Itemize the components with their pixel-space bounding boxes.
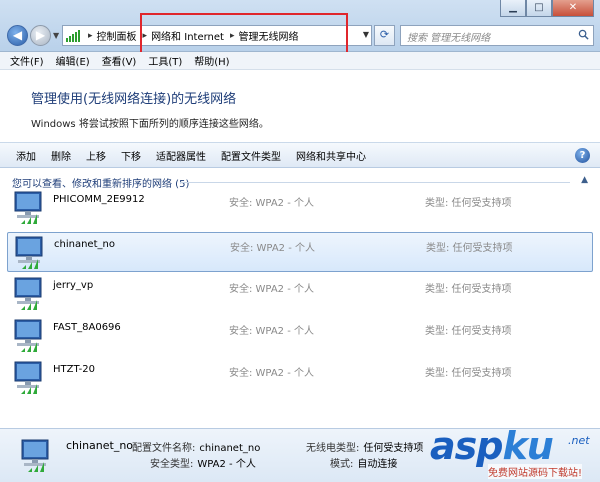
wireless-network-icon (14, 361, 42, 394)
chevron-up-icon[interactable]: ▲ (581, 175, 588, 185)
network-row[interactable]: HTZT-20 安全: WPA2 - 个人 类型: 任何受支持项 (7, 358, 593, 398)
network-security: 安全: WPA2 - 个人 (229, 284, 314, 295)
network-type: 类型: 任何受支持项 (425, 326, 512, 337)
network-row-selected[interactable]: chinanet_no 安全: WPA2 - 个人 类型: 任何受支持项 (7, 232, 593, 272)
search-input[interactable]: 搜索 管理无线网络 (400, 25, 594, 46)
forward-button[interactable]: ▶ (30, 25, 51, 46)
detail-security-label: 安全类型: (150, 459, 194, 470)
menu-edit[interactable]: 编辑(E) (56, 53, 90, 68)
remove-button[interactable]: 删除 (51, 148, 71, 163)
detail-profile-value: chinanet_no (199, 443, 261, 454)
menu-file[interactable]: 文件(F) (10, 53, 44, 68)
breadcrumb-separator: ▸ (88, 30, 93, 41)
detail-mode-label: 模式: (330, 459, 354, 470)
page-title: 管理使用(无线网络连接)的无线网络 (31, 92, 237, 107)
wireless-network-icon (21, 439, 49, 472)
watermark-text: aspku (430, 424, 554, 468)
wireless-network-icon (14, 191, 42, 224)
menu-view[interactable]: 查看(V) (102, 53, 137, 68)
network-name: PHICOMM_2E9912 (53, 194, 145, 205)
page-header: 管理使用(无线网络连接)的无线网络 Windows 将尝试按照下面所列的顺序连接… (0, 70, 600, 142)
network-security: 安全: WPA2 - 个人 (229, 326, 314, 337)
detail-radio: 无线电类型: 任何受支持项 (306, 439, 423, 454)
network-type: 类型: 任何受支持项 (425, 198, 512, 209)
network-row[interactable]: jerry_vp 安全: WPA2 - 个人 类型: 任何受支持项 (7, 274, 593, 314)
page-description: Windows 将尝试按照下面所列的顺序连接这些网络。 (31, 119, 269, 130)
network-icon (66, 29, 82, 42)
network-row[interactable]: PHICOMM_2E9912 安全: WPA2 - 个人 类型: 任何受支持项 (7, 188, 593, 228)
watermark-asp: asp (430, 424, 503, 468)
close-button[interactable]: ✕ (552, 0, 594, 17)
network-name: HTZT-20 (53, 364, 96, 375)
window-controls: ▁ □ ✕ (500, 0, 594, 17)
detail-radio-label: 无线电类型: (306, 443, 360, 454)
network-type: 类型: 任何受支持项 (426, 243, 513, 254)
help-icon[interactable]: ? (575, 148, 590, 163)
search-placeholder: 搜索 管理无线网络 (407, 33, 491, 44)
detail-profile-label: 配置文件名称: (132, 443, 196, 454)
back-button[interactable]: ◀ (7, 25, 28, 46)
move-down-button[interactable]: 下移 (121, 148, 141, 163)
command-bar: 添加 删除 上移 下移 适配器属性 配置文件类型 网络和共享中心 ? (0, 142, 600, 168)
adapter-properties-button[interactable]: 适配器属性 (156, 148, 206, 163)
maximize-button[interactable]: □ (526, 0, 552, 17)
wireless-network-icon (15, 236, 43, 269)
detail-mode: 模式: 自动连接 (330, 455, 397, 470)
title-bar: ▁ □ ✕ ◀ ▶ ▼ ▸ 控制面板 ▸ 网络和 Internet ▸ 管理无线… (0, 0, 600, 58)
network-list: 您可以查看、修改和重新排序的网络 (5) ▲ PHICOMM_2E9912 安全… (0, 168, 600, 428)
detail-profile: 配置文件名称: chinanet_no (132, 439, 260, 454)
network-name: jerry_vp (53, 280, 94, 291)
group-divider (180, 182, 570, 183)
search-icon[interactable] (578, 29, 589, 40)
network-security: 安全: WPA2 - 个人 (229, 198, 314, 209)
detail-network-name: chinanet_no (66, 439, 134, 452)
minimize-button[interactable]: ▁ (500, 0, 526, 17)
menu-tools[interactable]: 工具(T) (148, 53, 182, 68)
watermark-ku: ku (502, 424, 553, 468)
network-sharing-center-button[interactable]: 网络和共享中心 (296, 148, 366, 163)
network-name: chinanet_no (54, 239, 115, 250)
network-type: 类型: 任何受支持项 (425, 284, 512, 295)
network-name: FAST_8A0696 (53, 322, 121, 333)
network-row[interactable]: FAST_8A0696 安全: WPA2 - 个人 类型: 任何受支持项 (7, 316, 593, 356)
move-up-button[interactable]: 上移 (86, 148, 106, 163)
menu-help[interactable]: 帮助(H) (194, 53, 229, 68)
network-type: 类型: 任何受支持项 (425, 368, 512, 379)
network-security: 安全: WPA2 - 个人 (229, 368, 314, 379)
watermark-logo: aspku .net 免费网站源码下载站! (428, 420, 600, 482)
watermark-dotnet: .net (568, 434, 590, 447)
menu-bar: 文件(F) 编辑(E) 查看(V) 工具(T) 帮助(H) (0, 52, 600, 70)
breadcrumb-control-panel[interactable]: 控制面板 (97, 28, 137, 43)
detail-mode-value: 自动连接 (357, 459, 398, 470)
profile-types-button[interactable]: 配置文件类型 (221, 148, 281, 163)
watermark-subtitle: 免费网站源码下载站! (488, 464, 583, 479)
detail-security: 安全类型: WPA2 - 个人 (150, 455, 256, 470)
network-security: 安全: WPA2 - 个人 (230, 243, 315, 254)
wireless-network-icon (14, 277, 42, 310)
detail-radio-value: 任何受支持项 (363, 443, 424, 454)
add-button[interactable]: 添加 (16, 148, 36, 163)
wireless-network-icon (14, 319, 42, 352)
address-dropdown-icon[interactable]: ▼ (363, 30, 369, 39)
detail-security-value: WPA2 - 个人 (197, 459, 256, 470)
refresh-button[interactable]: ⟳ (374, 25, 395, 46)
recent-pages-dropdown[interactable]: ▼ (53, 31, 59, 40)
